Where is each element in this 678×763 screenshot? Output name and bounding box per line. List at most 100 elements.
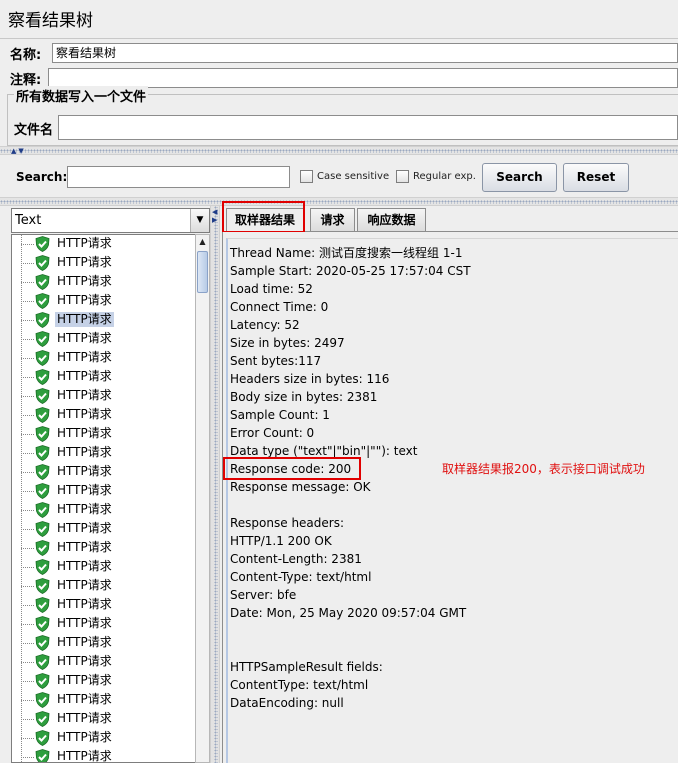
search-button[interactable]: Search	[482, 163, 557, 192]
title-divider	[0, 38, 678, 39]
detail-line: Response message: OK	[230, 480, 371, 494]
tree-item[interactable]: HTTP请求	[12, 311, 195, 330]
tree-item[interactable]: HTTP请求	[12, 596, 195, 615]
split-divider-top[interactable]: ▲▼	[0, 146, 678, 155]
detail-line: Error Count: 0	[230, 426, 315, 440]
detail-line: Thread Name: 测试百度搜索一线程组 1-1	[230, 246, 463, 260]
tree-item[interactable]: HTTP请求	[12, 330, 195, 349]
tree-item[interactable]: HTTP请求	[12, 235, 195, 254]
search-label: Search:	[16, 170, 68, 184]
name-label: 名称:	[10, 48, 42, 63]
tree-item[interactable]: HTTP请求	[12, 577, 195, 596]
green-shield-check-icon	[35, 293, 50, 309]
tree-item[interactable]: HTTP请求	[12, 349, 195, 368]
tree-item[interactable]: HTTP请求	[12, 254, 195, 273]
tree-item-label: HTTP请求	[57, 673, 112, 687]
tab-request[interactable]: 请求	[310, 208, 355, 231]
detail-line: Sample Count: 1	[230, 408, 330, 422]
tree-item-label: HTTP请求	[57, 407, 112, 421]
case-sensitive-label: Case sensitive	[317, 171, 390, 182]
tree-item-label: HTTP请求	[57, 331, 112, 345]
green-shield-check-icon	[35, 236, 50, 252]
renderer-select[interactable]: Text ▼	[11, 208, 210, 233]
green-shield-check-icon	[35, 388, 50, 404]
tree-item[interactable]: HTTP请求	[12, 425, 195, 444]
detail-line: DataEncoding: null	[230, 696, 344, 710]
tree-item[interactable]: HTTP请求	[12, 501, 195, 520]
tree-item-label: HTTP请求	[57, 597, 112, 611]
results-tree[interactable]: HTTP请求 HTTP请求 HTTP请求 HTTP请求 HTTP请求 HTTP请求 HTTP…	[11, 234, 195, 763]
tree-item-label: HTTP请求	[57, 236, 112, 250]
tree-item-label: HTTP请求	[57, 711, 112, 725]
tree-item[interactable]: HTTP请求	[12, 482, 195, 501]
tree-item-label: HTTP请求	[57, 635, 112, 649]
detail-line: HTTPSampleResult fields:	[230, 660, 383, 674]
tree-item-label: HTTP请求	[57, 274, 112, 288]
tree-item[interactable]: HTTP请求	[12, 368, 195, 387]
filename-input[interactable]	[58, 115, 678, 140]
tree-item[interactable]: HTTP请求	[12, 672, 195, 691]
tree-item[interactable]: HTTP请求	[12, 539, 195, 558]
tree-item[interactable]: HTTP请求	[12, 691, 195, 710]
tree-item-label: HTTP请求	[57, 464, 112, 478]
comment-input[interactable]	[48, 68, 678, 88]
split-divider-bottom[interactable]	[0, 197, 678, 206]
name-input[interactable]: 察看结果树	[52, 43, 678, 63]
tree-item[interactable]: HTTP请求	[12, 558, 195, 577]
tree-item-label: HTTP请求	[57, 350, 112, 364]
tree-item[interactable]: HTTP请求	[12, 273, 195, 292]
tree-item-label: HTTP请求	[57, 369, 112, 383]
panel-title: 察看结果树	[8, 11, 93, 31]
tree-item[interactable]: HTTP请求	[12, 653, 195, 672]
search-input[interactable]	[67, 166, 290, 188]
detail-line: Sample Start: 2020-05-25 17:57:04 CST	[230, 264, 471, 278]
tree-item[interactable]: HTTP请求	[12, 710, 195, 729]
tab-highlight-box	[222, 201, 305, 233]
green-shield-check-icon	[35, 711, 50, 727]
green-shield-check-icon	[35, 331, 50, 347]
scroll-up-icon[interactable]: ▲	[196, 235, 209, 249]
regex-checkbox[interactable]	[396, 170, 409, 183]
chevron-down-icon[interactable]: ▼	[190, 209, 209, 232]
vertical-splitter[interactable]: ◀ ▶	[210, 206, 220, 763]
detail-line: Headers size in bytes: 116	[230, 372, 390, 386]
detail-line: Body size in bytes: 2381	[230, 390, 378, 404]
collapse-arrows-icon[interactable]: ▲▼	[11, 147, 26, 155]
green-shield-check-icon	[35, 559, 50, 575]
tree-item[interactable]: HTTP请求	[12, 729, 195, 748]
tree-item[interactable]: HTTP请求	[12, 615, 195, 634]
tree-item[interactable]: HTTP请求	[12, 463, 195, 482]
tree-item-label: HTTP请求	[57, 749, 112, 763]
tree-item[interactable]: HTTP请求	[12, 444, 195, 463]
tree-item-label: HTTP请求	[57, 255, 112, 269]
tree-item-label: HTTP请求	[57, 578, 112, 592]
tree-item[interactable]: HTTP请求	[12, 748, 195, 763]
tree-item-label: HTTP请求	[57, 540, 112, 554]
tree-item-label: HTTP请求	[57, 616, 112, 630]
reset-button[interactable]: Reset	[563, 163, 629, 192]
tree-item[interactable]: HTTP请求	[12, 292, 195, 311]
tree-item[interactable]: HTTP请求	[12, 406, 195, 425]
detail-line: Size in bytes: 2497	[230, 336, 345, 350]
detail-line: Connect Time: 0	[230, 300, 329, 314]
green-shield-check-icon	[35, 616, 50, 632]
renderer-select-value: Text	[15, 213, 42, 228]
case-sensitive-checkbox[interactable]	[300, 170, 313, 183]
green-shield-check-icon	[35, 578, 50, 594]
tree-item[interactable]: HTTP请求	[12, 387, 195, 406]
tree-item-label: HTTP请求	[57, 730, 112, 744]
annotation-note: 取样器结果报200，表示接口调试成功	[442, 462, 645, 476]
tree-scrollbar[interactable]: ▲	[195, 234, 210, 763]
tree-item[interactable]: HTTP请求	[12, 520, 195, 539]
detail-line: HTTP/1.1 200 OK	[230, 534, 332, 548]
regex-label: Regular exp.	[413, 171, 476, 182]
detail-line: Server: bfe	[230, 588, 297, 602]
scroll-thumb[interactable]	[197, 251, 208, 293]
green-shield-check-icon	[35, 654, 50, 670]
tree-item[interactable]: HTTP请求	[12, 634, 195, 653]
green-shield-check-icon	[35, 635, 50, 651]
green-shield-check-icon	[35, 502, 50, 518]
split-arrows-icon[interactable]: ◀ ▶	[212, 208, 217, 224]
tree-item-label: HTTP请求	[57, 654, 112, 668]
tab-response-data[interactable]: 响应数据	[357, 208, 426, 231]
